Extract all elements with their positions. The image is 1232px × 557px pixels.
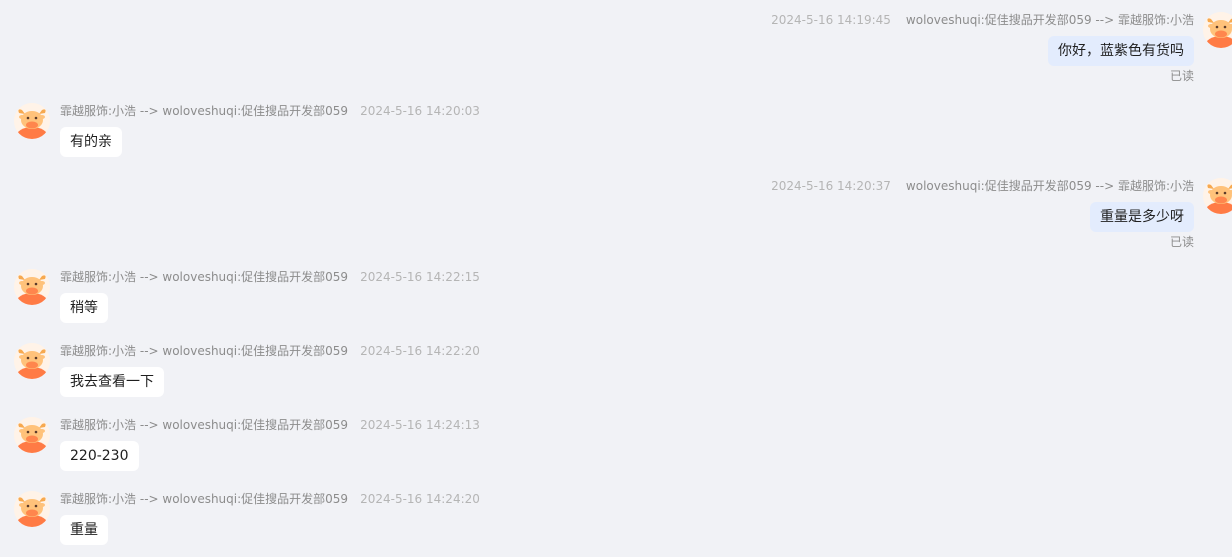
message-incoming: 霏越服饰:小浩 --> woloveshuqi:促佳搜品开发部059 2024-5… bbox=[0, 417, 1232, 473]
message-route: 霏越服饰:小浩 --> woloveshuqi:促佳搜品开发部059 bbox=[60, 344, 349, 358]
bull-mascot-icon[interactable] bbox=[14, 343, 50, 379]
bull-mascot-icon[interactable] bbox=[14, 103, 50, 139]
message-timestamp: 2024-5-16 14:19:45 bbox=[771, 13, 891, 27]
message-bubble[interactable]: 重量是多少呀 bbox=[1090, 202, 1194, 232]
read-status: 已读 bbox=[1169, 235, 1194, 249]
message-route: woloveshuqi:促佳搜品开发部059 --> 霏越服饰:小浩 bbox=[905, 13, 1194, 27]
message-route: 霏越服饰:小浩 --> woloveshuqi:促佳搜品开发部059 bbox=[60, 270, 349, 284]
message-timestamp: 2024-5-16 14:20:03 bbox=[360, 104, 480, 118]
message-meta: 2024-5-16 14:19:45 woloveshuqi:促佳搜品开发部059… bbox=[771, 12, 1194, 28]
message-bubble[interactable]: 稍等 bbox=[60, 293, 108, 323]
message-meta: 霏越服饰:小浩 --> woloveshuqi:促佳搜品开发部059 2024-5… bbox=[60, 491, 480, 507]
message-bubble[interactable]: 有的亲 bbox=[60, 127, 122, 157]
message-bubble[interactable]: 我去查看一下 bbox=[60, 367, 164, 397]
message-timestamp: 2024-5-16 14:24:20 bbox=[360, 492, 480, 506]
bull-mascot-icon[interactable] bbox=[14, 491, 50, 527]
message-bubble[interactable]: 220-230 bbox=[60, 441, 139, 471]
message-meta: 霏越服饰:小浩 --> woloveshuqi:促佳搜品开发部059 2024-5… bbox=[60, 417, 480, 433]
message-incoming: 霏越服饰:小浩 --> woloveshuqi:促佳搜品开发部059 2024-5… bbox=[0, 269, 1232, 325]
message-outgoing: 2024-5-16 14:19:45 woloveshuqi:促佳搜品开发部059… bbox=[0, 12, 1232, 84]
message-bubble[interactable]: 你好，蓝紫色有货吗 bbox=[1048, 36, 1194, 66]
message-meta: 霏越服饰:小浩 --> woloveshuqi:促佳搜品开发部059 2024-5… bbox=[60, 103, 480, 119]
bull-mascot-icon[interactable] bbox=[1203, 12, 1232, 48]
message-timestamp: 2024-5-16 14:20:37 bbox=[771, 179, 891, 193]
message-bubble[interactable]: 重量 bbox=[60, 515, 108, 545]
message-timestamp: 2024-5-16 14:22:15 bbox=[360, 270, 480, 284]
chat-history[interactable]: 2024-5-16 14:19:45 woloveshuqi:促佳搜品开发部059… bbox=[0, 0, 1232, 557]
message-timestamp: 2024-5-16 14:22:20 bbox=[360, 344, 480, 358]
message-route: woloveshuqi:促佳搜品开发部059 --> 霏越服饰:小浩 bbox=[905, 179, 1194, 193]
message-incoming: 霏越服饰:小浩 --> woloveshuqi:促佳搜品开发部059 2024-5… bbox=[0, 491, 1232, 547]
message-route: 霏越服饰:小浩 --> woloveshuqi:促佳搜品开发部059 bbox=[60, 492, 349, 506]
message-meta: 2024-5-16 14:20:37 woloveshuqi:促佳搜品开发部059… bbox=[771, 178, 1194, 194]
bull-mascot-icon[interactable] bbox=[14, 269, 50, 305]
bull-mascot-icon[interactable] bbox=[14, 417, 50, 453]
message-incoming: 霏越服饰:小浩 --> woloveshuqi:促佳搜品开发部059 2024-5… bbox=[0, 103, 1232, 159]
bull-mascot-icon[interactable] bbox=[1203, 178, 1232, 214]
message-outgoing: 2024-5-16 14:20:37 woloveshuqi:促佳搜品开发部059… bbox=[0, 178, 1232, 250]
message-incoming: 霏越服饰:小浩 --> woloveshuqi:促佳搜品开发部059 2024-5… bbox=[0, 343, 1232, 399]
message-route: 霏越服饰:小浩 --> woloveshuqi:促佳搜品开发部059 bbox=[60, 418, 349, 432]
message-route: 霏越服饰:小浩 --> woloveshuqi:促佳搜品开发部059 bbox=[60, 104, 349, 118]
message-meta: 霏越服饰:小浩 --> woloveshuqi:促佳搜品开发部059 2024-5… bbox=[60, 343, 480, 359]
message-timestamp: 2024-5-16 14:24:13 bbox=[360, 418, 480, 432]
read-status: 已读 bbox=[1169, 69, 1194, 83]
message-meta: 霏越服饰:小浩 --> woloveshuqi:促佳搜品开发部059 2024-5… bbox=[60, 269, 480, 285]
